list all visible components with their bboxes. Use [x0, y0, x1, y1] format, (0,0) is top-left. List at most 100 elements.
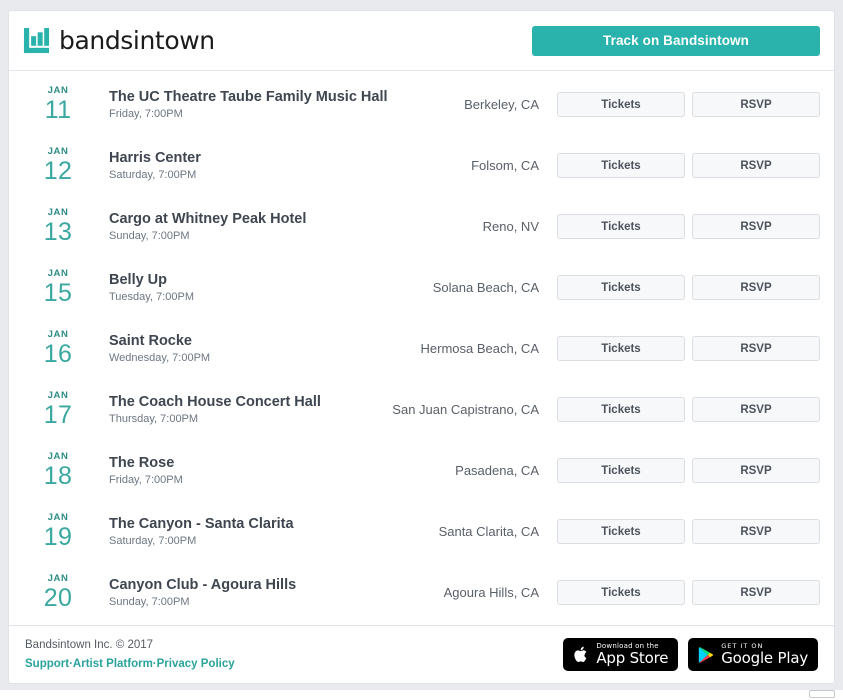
- page-root: bandsintown Track on Bandsintown JAN11 Th…: [0, 0, 843, 700]
- strip-icon-1[interactable]: [798, 690, 801, 700]
- app-store-badge[interactable]: Download on the App Store: [563, 638, 678, 671]
- event-actions: Tickets RSVP: [557, 336, 820, 361]
- event-date: JAN 16: [23, 330, 101, 367]
- event-row[interactable]: JAN11 The UC Theatre Taube Family Music H…: [9, 74, 834, 135]
- event-city: Folsom, CA: [471, 158, 557, 173]
- event-venue-name[interactable]: The Canyon - Santa Clarita: [109, 515, 439, 533]
- footer-link-support[interactable]: Support: [25, 658, 69, 670]
- strip-box-control[interactable]: [809, 690, 835, 698]
- event-venue-name[interactable]: Saint Rocke: [109, 332, 421, 350]
- event-date: JAN19: [23, 513, 101, 550]
- event-city: Solana Beach, CA: [433, 280, 557, 295]
- tickets-button[interactable]: Tickets: [557, 153, 685, 178]
- rsvp-button[interactable]: RSVP: [692, 458, 820, 483]
- strip-item-4[interactable]: [47, 690, 50, 700]
- event-city: Pasadena, CA: [455, 463, 557, 478]
- event-date: JAN 20: [23, 574, 101, 611]
- event-row[interactable]: JAN 13 Cargo at Whitney Peak HotelSunday, …: [9, 196, 834, 257]
- event-info: Belly UpTuesday, 7:00PM: [101, 271, 433, 305]
- events-card: bandsintown Track on Bandsintown JAN11 Th…: [8, 10, 835, 630]
- event-venue-name[interactable]: Canyon Club - Agoura Hills: [109, 576, 444, 594]
- strip-item-2[interactable]: [21, 690, 24, 700]
- tickets-button[interactable]: Tickets: [557, 336, 685, 361]
- app-store-text: Download on the App Store: [596, 643, 668, 666]
- event-date-time: Thursday, 7:00PM: [109, 412, 392, 427]
- track-on-bandsintown-button[interactable]: Track on Bandsintown: [532, 26, 820, 56]
- event-row[interactable]: JAN17The Coach House Concert HallThursda…: [9, 379, 834, 440]
- events-list: JAN11 The UC Theatre Taube Family Music H…: [9, 71, 834, 629]
- event-row[interactable]: JAN 20 Canyon Club - Agoura HillsSunday, 7…: [9, 562, 834, 623]
- google-play-icon: [698, 646, 714, 664]
- tickets-button[interactable]: Tickets: [557, 92, 685, 117]
- tickets-button[interactable]: Tickets: [557, 397, 685, 422]
- rsvp-button[interactable]: RSVP: [692, 580, 820, 605]
- event-city: Reno, NV: [483, 219, 557, 234]
- event-city: Agoura Hills, CA: [444, 585, 557, 600]
- footer-copyright: Bandsintown Inc. © 2017: [25, 637, 235, 654]
- event-date: JAN12: [23, 147, 101, 184]
- event-row[interactable]: JAN18The RoseFriday, 7:00PMPasadena, CAT…: [9, 440, 834, 501]
- event-venue-name[interactable]: The Rose: [109, 454, 455, 472]
- tickets-button[interactable]: Tickets: [557, 580, 685, 605]
- strip-item-3[interactable]: [34, 690, 37, 700]
- event-date-day: 15: [23, 281, 93, 306]
- event-actions: Tickets RSVP: [557, 92, 820, 117]
- rsvp-button[interactable]: RSVP: [692, 397, 820, 422]
- event-date-time: Saturday, 7:00PM: [109, 534, 439, 549]
- footer-left: Bandsintown Inc. © 2017 Support·Artist P…: [25, 637, 235, 672]
- event-info: Harris CenterSaturday, 7:00PM: [101, 149, 471, 183]
- event-venue-name[interactable]: Belly Up: [109, 271, 433, 289]
- event-row[interactable]: JAN15Belly UpTuesday, 7:00PMSolana Beach…: [9, 257, 834, 318]
- event-date: JAN17: [23, 391, 101, 428]
- event-venue-name[interactable]: Cargo at Whitney Peak Hotel: [109, 210, 483, 228]
- event-row[interactable]: JAN 16 Saint RockeWednesday, 7:00PMHermosa…: [9, 318, 834, 379]
- event-date-day: 17: [23, 403, 93, 428]
- rsvp-button[interactable]: RSVP: [692, 92, 820, 117]
- footer-link-privacy-policy[interactable]: Privacy Policy: [157, 658, 235, 670]
- google-play-badge[interactable]: GET IT ON Google Play: [688, 638, 818, 671]
- event-date-day: 19: [23, 525, 93, 550]
- event-date: JAN11: [23, 86, 101, 123]
- footer-link-artist-platform[interactable]: Artist Platform: [73, 658, 153, 670]
- event-date-time: Sunday, 7:00PM: [109, 595, 444, 610]
- strip-item-1[interactable]: [8, 690, 11, 700]
- brand-wordmark: bandsintown: [59, 28, 215, 53]
- rsvp-button[interactable]: RSVP: [692, 275, 820, 300]
- event-date-day: 16: [23, 342, 93, 367]
- event-date-day: 20: [23, 586, 93, 611]
- tickets-button[interactable]: Tickets: [557, 275, 685, 300]
- rsvp-button[interactable]: RSVP: [692, 153, 820, 178]
- rsvp-button[interactable]: RSVP: [692, 336, 820, 361]
- event-date-time: Sunday, 7:00PM: [109, 229, 483, 244]
- event-date-time: Friday, 7:00PM: [109, 107, 464, 122]
- brand[interactable]: bandsintown: [23, 27, 215, 54]
- rsvp-button[interactable]: RSVP: [692, 214, 820, 239]
- event-date-day: 13: [23, 220, 93, 245]
- google-play-big-text: Google Play: [721, 651, 808, 666]
- event-date-month: JAN: [23, 86, 93, 96]
- event-date-month: JAN: [23, 330, 93, 340]
- event-actions: Tickets RSVP: [557, 153, 820, 178]
- tickets-button[interactable]: Tickets: [557, 519, 685, 544]
- tickets-button[interactable]: Tickets: [557, 214, 685, 239]
- event-venue-name[interactable]: The UC Theatre Taube Family Music Hall: [109, 88, 464, 106]
- rsvp-button[interactable]: RSVP: [692, 519, 820, 544]
- event-date-month: JAN: [23, 208, 93, 218]
- event-date-month: JAN: [23, 574, 93, 584]
- event-row[interactable]: JAN12Harris CenterSaturday, 7:00PMFolsom…: [9, 135, 834, 196]
- bandsintown-logo-icon: [23, 27, 50, 54]
- event-venue-name[interactable]: Harris Center: [109, 149, 471, 167]
- tickets-button[interactable]: Tickets: [557, 458, 685, 483]
- event-info: The Canyon - Santa ClaritaSaturday, 7:00…: [101, 515, 439, 549]
- strip-right-group: [798, 690, 835, 700]
- event-city: Hermosa Beach, CA: [421, 341, 558, 356]
- event-date-time: Saturday, 7:00PM: [109, 168, 471, 183]
- footer-card: Bandsintown Inc. © 2017 Support·Artist P…: [8, 625, 835, 684]
- google-play-text: GET IT ON Google Play: [721, 643, 808, 666]
- event-date: JAN18: [23, 452, 101, 489]
- event-venue-name[interactable]: The Coach House Concert Hall: [109, 393, 392, 411]
- event-info: The Coach House Concert HallThursday, 7:…: [101, 393, 392, 427]
- event-date: JAN15: [23, 269, 101, 306]
- event-date-time: Wednesday, 7:00PM: [109, 351, 421, 366]
- event-row[interactable]: JAN19The Canyon - Santa ClaritaSaturday,…: [9, 501, 834, 562]
